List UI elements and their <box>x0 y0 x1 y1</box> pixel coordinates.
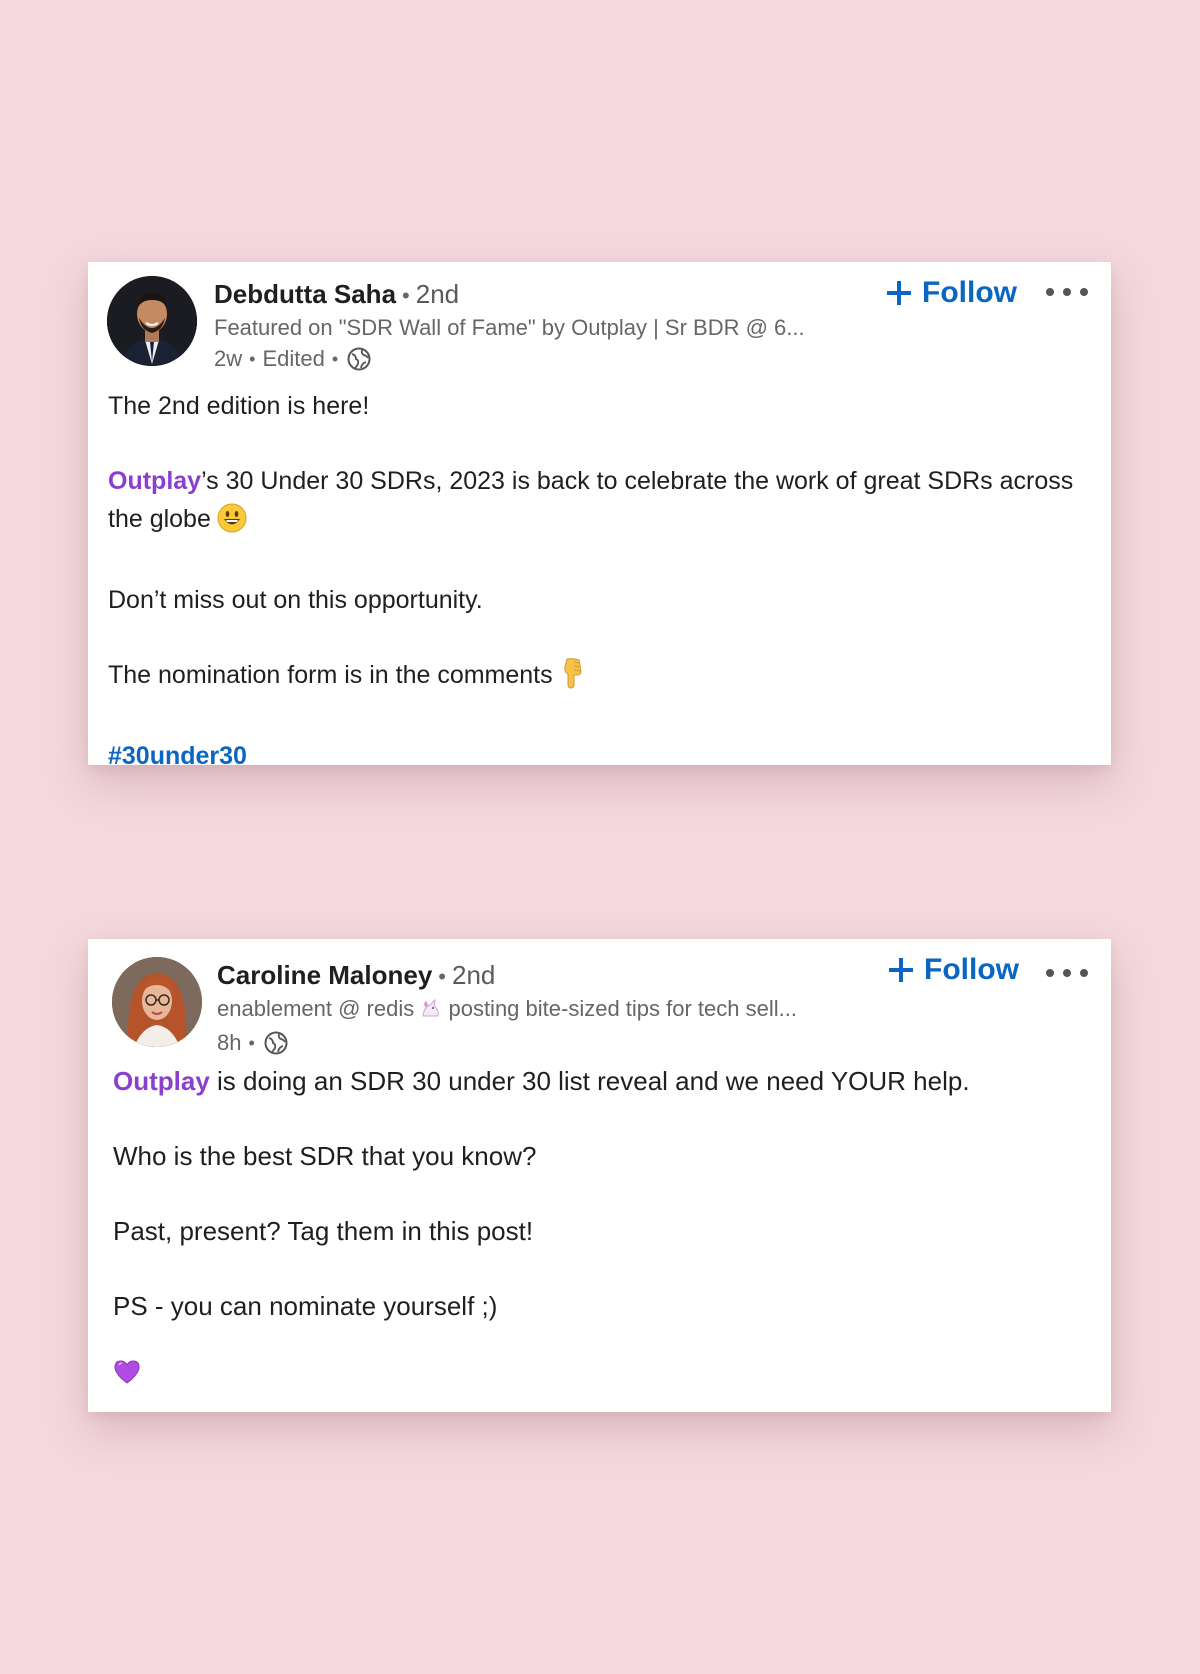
hashtag-link[interactable]: #30under30 <box>108 742 247 770</box>
author-headline: Featured on "SDR Wall of Fame" by Outpla… <box>214 315 805 340</box>
mention-link[interactable]: Outplay <box>113 1066 210 1096</box>
post-body: The 2nd edition is here! Outplay’s 30 Un… <box>108 387 1088 812</box>
post-meta: 2w • Edited • <box>214 344 805 374</box>
plus-icon <box>889 958 913 982</box>
ellipsis-icon[interactable] <box>1046 967 1088 979</box>
globe-icon <box>347 347 371 371</box>
post-meta: 8h • <box>217 1028 797 1058</box>
post-body: Outplay is doing an SDR 30 under 30 list… <box>113 1062 1093 1432</box>
follow-button[interactable]: Follow <box>888 953 1019 987</box>
separator-dot: • <box>249 349 256 369</box>
separator-dot: • <box>402 283 410 308</box>
follow-label: Follow <box>924 953 1019 986</box>
post-header: Debdutta Saha • 2nd Featured on "SDR Wall … <box>214 278 805 374</box>
post-text-line: Who is the best SDR that you know? <box>113 1141 537 1171</box>
post-text-line: ’s 30 Under 30 SDRs, 2023 is back to cel… <box>108 467 1074 533</box>
post-card-caroline: Caroline Maloney • 2nd enablement @ redis … <box>88 939 1111 1412</box>
post-text-line: PS - you can nominate yourself ;) <box>113 1291 498 1321</box>
post-text-paragraph: Outplay’s 30 Under 30 SDRs, 2023 is back… <box>108 462 1088 544</box>
follow-button[interactable]: Follow <box>886 276 1017 310</box>
post-text-paragraph: Outplay is doing an SDR 30 under 30 list… <box>113 1062 1093 1100</box>
post-text-paragraph: #30under30 <box>108 737 1088 775</box>
post-text-paragraph <box>113 1353 1093 1395</box>
connection-degree: 2nd <box>451 960 496 990</box>
unicorn-emoji <box>420 996 442 1028</box>
globe-icon <box>264 1031 288 1055</box>
purple-heart-emoji <box>113 1357 141 1395</box>
separator-dot: • <box>438 964 446 989</box>
post-text-line: The nomination form is in the comments <box>108 661 553 689</box>
post-text-line: is doing an SDR 30 under 30 list reveal … <box>209 1066 970 1096</box>
grinning-face-emoji <box>217 503 247 544</box>
plus-icon <box>887 281 911 305</box>
post-text-line: Don’t miss out on this opportunity. <box>108 586 483 614</box>
edited-label: Edited <box>262 346 325 371</box>
avatar[interactable] <box>107 276 197 366</box>
post-card-debdutta: Debdutta Saha • 2nd Featured on "SDR Wall … <box>88 262 1111 770</box>
author-headline: enablement @ redis posting bite-sized ti… <box>217 993 797 1028</box>
connection-degree: 2nd <box>415 279 460 309</box>
post-text-paragraph: The nomination form is in the comments <box>108 656 1088 700</box>
mention-link[interactable]: Outplay <box>108 467 201 495</box>
post-time: 8h <box>217 1030 242 1055</box>
ellipsis-icon[interactable] <box>1046 286 1088 298</box>
separator-dot: • <box>248 1033 255 1053</box>
author-name[interactable]: Caroline Maloney <box>217 960 432 990</box>
author-name[interactable]: Debdutta Saha <box>214 279 396 309</box>
follow-label: Follow <box>922 276 1017 309</box>
separator-dot: • <box>331 349 339 369</box>
post-text-line: The 2nd edition is here! <box>108 392 370 420</box>
post-time: 2w <box>214 346 243 371</box>
post-text-line: Past, present? Tag them in this post! <box>113 1216 534 1246</box>
post-header: Caroline Maloney • 2nd enablement @ redis … <box>217 959 797 1058</box>
backhand-index-pointing-down-emoji <box>559 657 589 700</box>
avatar[interactable] <box>112 957 202 1047</box>
